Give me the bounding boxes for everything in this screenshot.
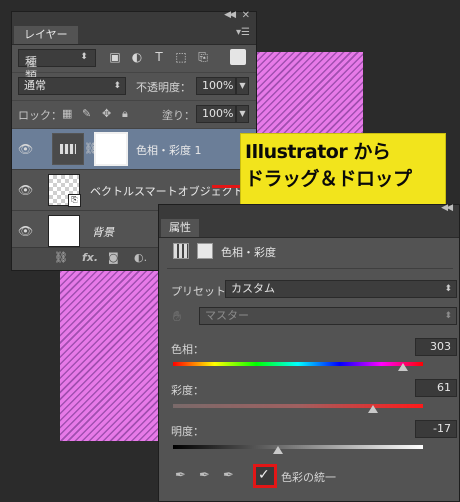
- saturation-label: 彩度：: [171, 384, 204, 397]
- callout-line-1: Illustrator から: [245, 141, 391, 163]
- filter-kind-value: 種類: [24, 55, 37, 83]
- lightness-slider-track[interactable]: [173, 445, 423, 449]
- layers-panel-topbar: ◀◀ ✕: [12, 10, 256, 24]
- layer-name: 色相・彩度 1: [136, 144, 202, 157]
- properties-title: 色相・彩度: [221, 246, 276, 259]
- hue-slider-track[interactable]: [173, 362, 423, 366]
- collapse-icon[interactable]: ◀◀: [441, 203, 453, 213]
- lock-position-icon[interactable]: ✥: [102, 107, 111, 120]
- filter-row: ⌕ 種類 ⬍ ▣ ◐ T ⬚ ⎘: [12, 45, 256, 83]
- smart-object-thumbnail: ⎘: [48, 174, 81, 207]
- adjustment-layer-icon: [52, 133, 84, 165]
- preset-value: カスタム: [231, 282, 275, 295]
- filter-toggle-icon[interactable]: [230, 49, 246, 65]
- lock-all-icon[interactable]: 🔒︎: [122, 107, 128, 121]
- eyedropper-minus-icon[interactable]: ✒︎: [223, 468, 234, 483]
- collapse-icon[interactable]: ◀◀: [224, 10, 236, 20]
- close-icon[interactable]: ✕: [242, 10, 250, 21]
- lightness-label: 明度：: [171, 425, 204, 438]
- layer-name: 背景: [92, 226, 114, 239]
- properties-panel: ◀◀ 属性 色相・彩度 プリセット： カスタム ⬍ ✋︎ マスター ⬍ 色相： …: [158, 203, 460, 502]
- add-mask-icon[interactable]: ◙: [108, 251, 119, 264]
- smart-object-badge-icon: ⎘: [68, 194, 81, 207]
- blend-mode-value: 通常: [24, 79, 46, 92]
- divider: [167, 268, 453, 269]
- hue-value-field[interactable]: 303: [415, 338, 457, 356]
- opacity-label: 不透明度：: [136, 81, 191, 94]
- eye-icon[interactable]: 👁︎: [18, 142, 33, 156]
- layers-tab-row: レイヤー ▾☰: [12, 24, 256, 45]
- eye-icon[interactable]: 👁︎: [18, 183, 33, 197]
- saturation-slider-thumb[interactable]: [368, 405, 378, 413]
- chevron-updown-icon: ⬍: [444, 284, 452, 294]
- background-thumbnail: [48, 215, 80, 247]
- fill-dropdown-button[interactable]: ▼: [236, 105, 249, 123]
- chevron-updown-icon: ⬍: [444, 311, 452, 321]
- eye-icon[interactable]: 👁︎: [18, 224, 33, 238]
- chevron-updown-icon: ⬍: [113, 81, 121, 91]
- properties-tab-row: 属性: [159, 217, 459, 238]
- fx-icon[interactable]: fx.: [82, 251, 98, 264]
- hand-adjust-icon[interactable]: ✋︎: [173, 309, 181, 325]
- opacity-field[interactable]: 100%: [196, 77, 236, 95]
- lock-transparent-icon[interactable]: ▦: [62, 107, 72, 120]
- callout-line-2: ドラッグ＆ドロップ: [245, 168, 412, 190]
- lock-row: ロック： ▦ ✎ ✥ 🔒︎ 塗り： 100% ▼: [12, 101, 256, 129]
- colorize-label: 色彩の統一: [281, 471, 336, 484]
- fill-label: 塗り：: [162, 109, 195, 122]
- lightness-slider-thumb[interactable]: [273, 446, 283, 454]
- mask-icon[interactable]: [197, 243, 213, 259]
- type-filter-icon[interactable]: T: [152, 50, 166, 64]
- colorize-checkbox[interactable]: ✓: [253, 464, 277, 488]
- smart-object-filter-icon[interactable]: ⎘: [196, 50, 210, 64]
- lock-label: ロック：: [18, 109, 62, 122]
- eyedropper-icon[interactable]: ✒︎: [175, 468, 186, 483]
- properties-topbar: ◀◀: [159, 203, 459, 217]
- filter-kind-dropdown[interactable]: ⌕ 種類 ⬍: [18, 49, 96, 83]
- blend-mode-dropdown[interactable]: 通常 ⬍: [18, 77, 126, 95]
- tab-layers[interactable]: レイヤー: [14, 26, 78, 44]
- preset-dropdown[interactable]: カスタム ⬍: [225, 280, 457, 298]
- fill-field[interactable]: 100%: [196, 105, 236, 123]
- saturation-value-field[interactable]: 61: [415, 379, 457, 397]
- lock-brush-icon[interactable]: ✎: [82, 107, 91, 120]
- pixel-filter-icon[interactable]: ▣: [108, 50, 122, 64]
- eyedropper-plus-icon[interactable]: ✒︎: [199, 468, 210, 483]
- layer-row-hue-saturation[interactable]: 👁︎ ⛓︎ 色相・彩度 1: [12, 129, 256, 170]
- hue-slider-thumb[interactable]: [398, 363, 408, 371]
- layer-mask-thumbnail[interactable]: [94, 132, 128, 166]
- panel-menu-icon[interactable]: ▾☰: [236, 27, 250, 38]
- saturation-slider-track[interactable]: [173, 404, 423, 408]
- checkmark-icon: ✓: [258, 467, 270, 483]
- opacity-dropdown-button[interactable]: ▼: [236, 77, 249, 95]
- new-adjustment-icon[interactable]: ◐.: [134, 251, 147, 264]
- blend-row: 通常 ⬍ 不透明度： 100% ▼: [12, 73, 256, 101]
- adjustment-filter-icon[interactable]: ◐: [130, 50, 144, 64]
- callout-label: Illustrator から ドラッグ＆ドロップ: [240, 133, 446, 205]
- link-layers-icon[interactable]: ⛓︎: [54, 251, 68, 264]
- adjustment-icon[interactable]: [173, 243, 189, 259]
- channel-value: マスター: [205, 309, 249, 322]
- chevron-updown-icon: ⬍: [80, 52, 88, 62]
- tab-properties[interactable]: 属性: [161, 219, 199, 237]
- channel-dropdown[interactable]: マスター ⬍: [199, 307, 457, 325]
- lightness-value-field[interactable]: -17: [415, 420, 457, 438]
- shape-filter-icon[interactable]: ⬚: [174, 50, 188, 64]
- hue-label: 色相：: [171, 343, 204, 356]
